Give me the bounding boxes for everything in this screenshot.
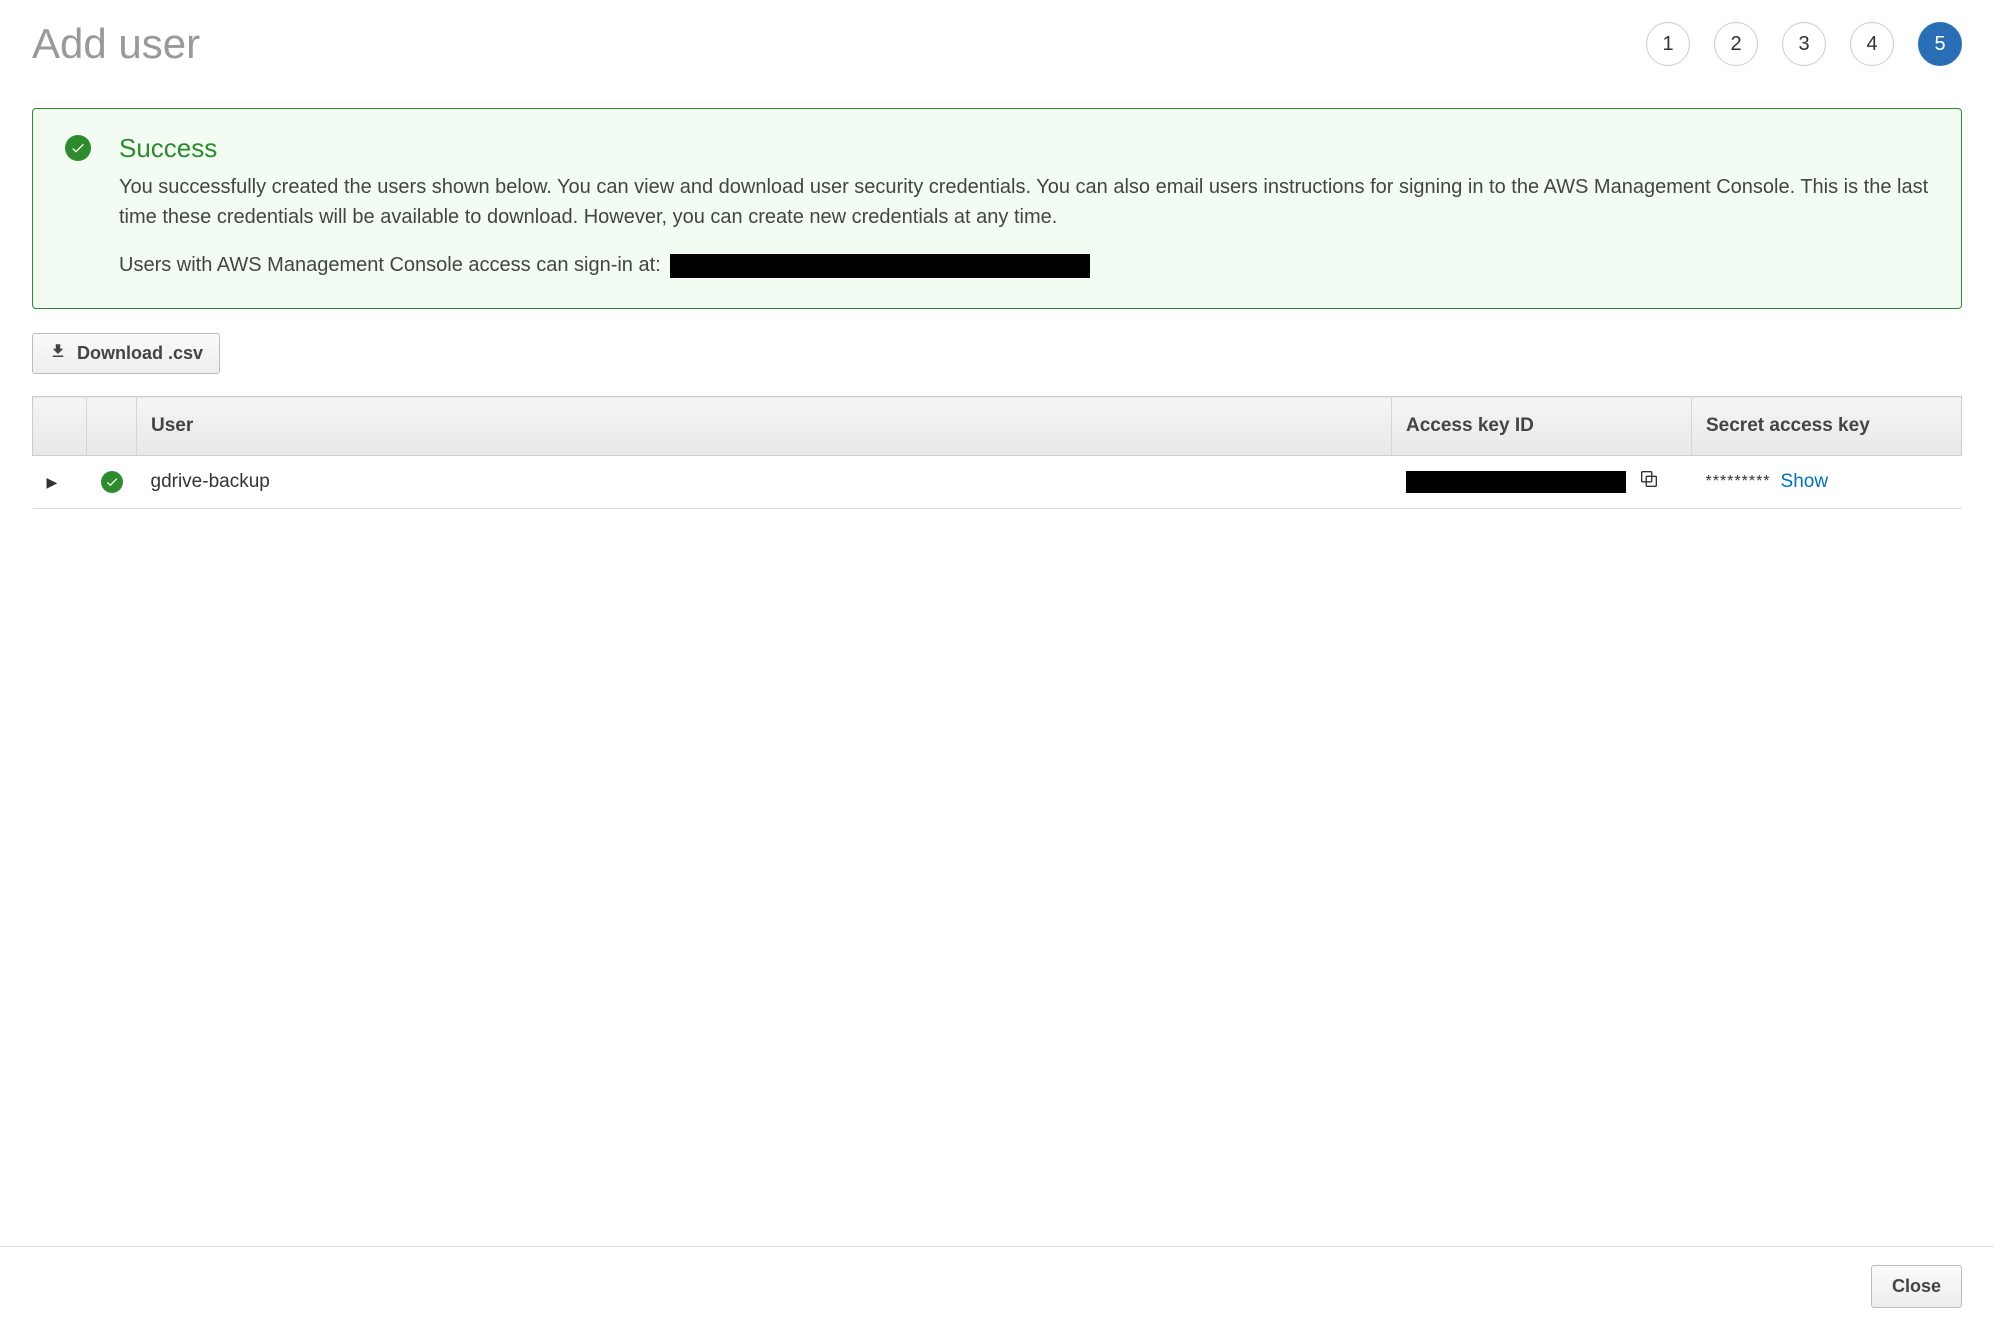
users-table: User Access key ID Secret access key ▶ g… [32, 396, 1962, 509]
table-row: ▶ gdrive-backup [33, 456, 1962, 509]
copy-access-key-icon[interactable] [1638, 468, 1660, 496]
show-secret-link[interactable]: Show [1781, 471, 1829, 493]
table-header-expand [33, 397, 87, 456]
page-title: Add user [32, 20, 200, 68]
table-header-status [87, 397, 137, 456]
step-indicators: 1 2 3 4 5 [1646, 22, 1962, 66]
signin-url-redacted [670, 254, 1090, 278]
step-1[interactable]: 1 [1646, 22, 1690, 66]
footer-bar: Close [0, 1246, 1994, 1326]
download-csv-button[interactable]: Download .csv [32, 333, 220, 374]
table-header-user[interactable]: User [137, 397, 1392, 456]
download-csv-label: Download .csv [77, 343, 203, 364]
row-status-success-icon [101, 471, 123, 493]
close-button[interactable]: Close [1871, 1265, 1962, 1308]
success-body: You successfully created the users shown… [119, 172, 1929, 232]
success-title: Success [119, 133, 1929, 164]
step-2[interactable]: 2 [1714, 22, 1758, 66]
table-header-secret-key[interactable]: Secret access key [1692, 397, 1962, 456]
table-header-access-key[interactable]: Access key ID [1392, 397, 1692, 456]
success-check-icon [65, 135, 91, 161]
step-5[interactable]: 5 [1918, 22, 1962, 66]
expand-row-icon[interactable]: ▶ [47, 474, 58, 490]
signin-prefix: Users with AWS Management Console access… [119, 254, 661, 276]
row-secret-masked: ********* [1706, 473, 1771, 491]
step-4[interactable]: 4 [1850, 22, 1894, 66]
step-3[interactable]: 3 [1782, 22, 1826, 66]
success-signin-line: Users with AWS Management Console access… [119, 250, 1929, 280]
row-username: gdrive-backup [137, 456, 1392, 509]
success-alert: Success You successfully created the use… [32, 108, 1962, 309]
download-icon [49, 342, 67, 365]
row-access-key-redacted [1406, 471, 1626, 493]
